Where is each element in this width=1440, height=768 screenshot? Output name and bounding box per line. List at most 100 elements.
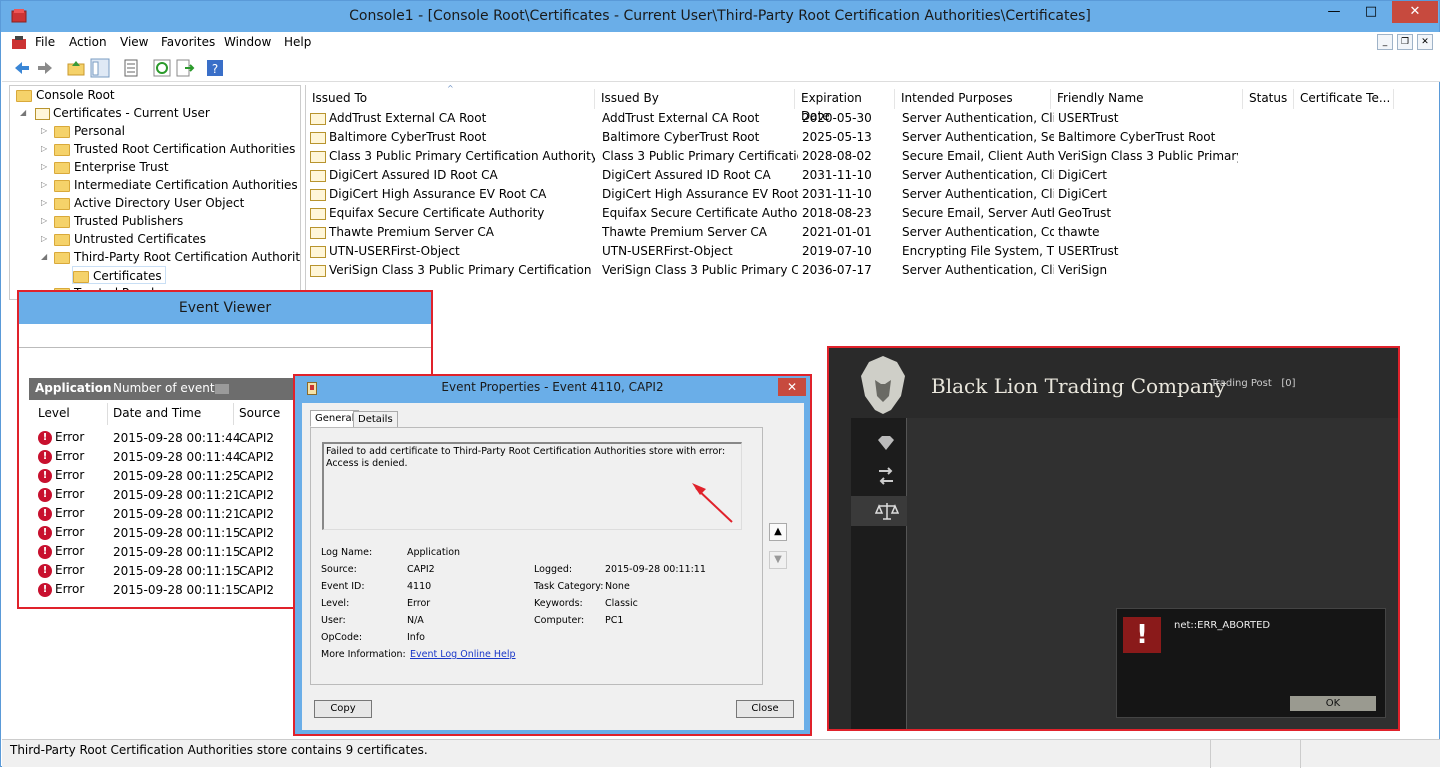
event-cell: CAPI2 (239, 488, 274, 502)
next-event-button[interactable]: ▼ (769, 551, 787, 569)
table-cell: thawte (1058, 225, 1100, 239)
tab-details[interactable]: Details (353, 411, 398, 428)
event-cell: 2015-09-28 00:11:25 (113, 469, 241, 483)
event-log-online-help-link[interactable]: Event Log Online Help (410, 649, 516, 660)
svg-text:?: ? (212, 62, 218, 76)
forward-arrow-icon[interactable] (35, 58, 55, 78)
error-icon: ! (38, 525, 52, 540)
mdi-restore-button[interactable]: ❐ (1397, 34, 1413, 50)
event-level: ! Error (38, 449, 84, 464)
menu-help[interactable]: Help (284, 35, 311, 49)
close-dialog-button[interactable]: Close (736, 700, 794, 718)
tree-item-third-party-root[interactable]: ◢ Third-Party Root Certification Authorit… (41, 248, 300, 266)
value-log-name: Application (407, 547, 461, 558)
tree-item-trusted-publishers[interactable]: ▷ Trusted Publishers (41, 212, 183, 230)
table-cell: Server Authentication, Se... (902, 130, 1054, 144)
tree-item-trusted-root[interactable]: ▷ Trusted Root Certification Authorities (41, 140, 295, 158)
collapsed-arrow-icon[interactable]: ▷ (41, 212, 47, 230)
export-list-icon[interactable] (175, 58, 195, 78)
menu-window[interactable]: Window (224, 35, 271, 49)
expanded-arrow-icon[interactable]: ◢ (20, 104, 26, 122)
properties-icon[interactable] (121, 58, 141, 78)
table-row[interactable]: Equifax Secure Certificate Authority Equi… (306, 204, 1436, 223)
tree-item-untrusted[interactable]: ▷ Untrusted Certificates (41, 230, 206, 248)
event-level: ! Error (38, 506, 84, 521)
collapsed-arrow-icon[interactable]: ▷ (41, 176, 47, 194)
help-icon[interactable]: ? (205, 58, 225, 78)
toolbar: ? (2, 54, 1440, 82)
tree-item-certificates-selected[interactable]: Certificates (72, 266, 166, 284)
maximize-button[interactable]: □ (1356, 1, 1386, 23)
up-folder-icon[interactable] (66, 58, 86, 78)
table-row[interactable]: AddTrust External CA Root AddTrust Extern… (306, 109, 1436, 128)
certificate-icon (310, 226, 326, 239)
folder-icon (73, 270, 89, 283)
minimize-button[interactable]: — (1319, 1, 1349, 23)
previous-event-button[interactable]: ▲ (769, 523, 787, 541)
event-cell: CAPI2 (239, 564, 274, 578)
dialog-close-button[interactable]: ✕ (778, 378, 806, 396)
column-friendly-name[interactable]: Friendly Name (1051, 89, 1243, 109)
column-date-time[interactable]: Date and Time (113, 406, 201, 420)
column-status[interactable]: Status (1243, 89, 1294, 109)
table-cell: Thawte Premium Server CA (310, 223, 595, 242)
error-icon: ! (38, 544, 52, 559)
table-cell: 2031-11-10 (802, 187, 872, 201)
table-row[interactable]: DigiCert Assured ID Root CA DigiCert Assu… (306, 166, 1436, 185)
column-intended-purposes[interactable]: Intended Purposes (895, 89, 1051, 109)
close-button[interactable]: ✕ (1392, 1, 1438, 23)
back-arrow-icon[interactable] (12, 58, 32, 78)
refresh-icon[interactable] (152, 58, 172, 78)
table-row[interactable]: UTN-USERFirst-Object UTN-USERFirst-Object… (306, 242, 1436, 261)
show-hide-tree-icon[interactable] (90, 58, 110, 78)
column-issued-by[interactable]: Issued By (595, 89, 795, 109)
collapsed-arrow-icon[interactable]: ▷ (41, 194, 47, 212)
menu-file[interactable]: File (35, 35, 55, 49)
certificate-icon (310, 207, 326, 220)
folder-icon (54, 215, 70, 228)
table-row[interactable]: Baltimore CyberTrust Root Baltimore Cyber… (306, 128, 1436, 147)
tree-item-certificates-current-user[interactable]: ◢ Certificates - Current User (20, 104, 210, 122)
scales-icon[interactable] (875, 502, 899, 520)
column-source[interactable]: Source (239, 406, 280, 420)
menu-favorites[interactable]: Favorites (161, 35, 215, 49)
column-certificate-template[interactable]: Certificate Te... (1294, 89, 1394, 109)
error-icon: ! (38, 582, 52, 597)
events-label: Number of events: (113, 381, 225, 395)
table-row[interactable]: Thawte Premium Server CA Thawte Premium S… (306, 223, 1436, 242)
tree-item-active-directory[interactable]: ▷ Active Directory User Object (41, 194, 244, 212)
collapsed-arrow-icon[interactable]: ▷ (41, 230, 47, 248)
mdi-minimize-button[interactable]: _ (1377, 34, 1393, 50)
column-level[interactable]: Level (38, 406, 70, 420)
folder-icon (54, 125, 70, 138)
menu-action[interactable]: Action (69, 35, 107, 49)
mdi-close-button[interactable]: ✕ (1417, 34, 1433, 50)
table-row[interactable]: DigiCert High Assurance EV Root CA DigiCe… (306, 185, 1436, 204)
table-cell: USERTrust (1058, 244, 1119, 258)
label-event-id: Event ID: (321, 581, 365, 592)
gem-icon[interactable] (876, 436, 896, 450)
table-row[interactable]: Class 3 Public Primary Certification Aut… (306, 147, 1436, 166)
tree-item-personal[interactable]: ▷ Personal (41, 122, 125, 140)
expanded-arrow-icon[interactable]: ◢ (41, 248, 47, 266)
column-expiration-date[interactable]: Expiration Date (795, 89, 895, 123)
table-row[interactable]: VeriSign Class 3 Public Primary Certific… (306, 261, 1436, 280)
collapsed-arrow-icon[interactable]: ▷ (41, 158, 47, 176)
label-level: Level: (321, 598, 350, 609)
ok-button[interactable]: OK (1290, 696, 1376, 711)
table-cell: Baltimore CyberTrust Root (1058, 130, 1216, 144)
error-icon: ! (38, 430, 52, 445)
value-opcode: Info (407, 632, 425, 643)
collapsed-arrow-icon[interactable]: ▷ (41, 140, 47, 158)
blurred-count (215, 384, 229, 394)
copy-button[interactable]: Copy (314, 700, 372, 718)
tree-item-console-root[interactable]: Console Root (16, 86, 115, 104)
tree-item-enterprise-trust[interactable]: ▷ Enterprise Trust (41, 158, 169, 176)
collapsed-arrow-icon[interactable]: ▷ (41, 122, 47, 140)
label-keywords: Keywords: (534, 598, 583, 609)
tab-general[interactable]: General (310, 410, 360, 427)
label-more-info: More Information: (321, 649, 406, 660)
exchange-icon[interactable] (877, 466, 895, 486)
tree-item-intermediate[interactable]: ▷ Intermediate Certification Authorities (41, 176, 298, 194)
menu-view[interactable]: View (120, 35, 148, 49)
